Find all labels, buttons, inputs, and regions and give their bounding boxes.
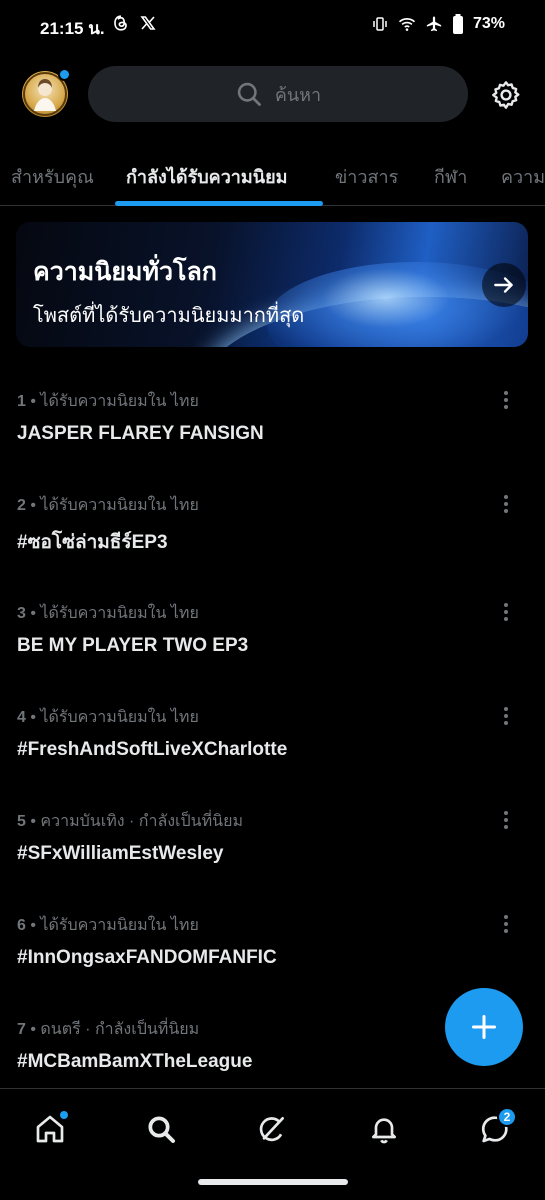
- tab-sports[interactable]: กีฬา: [434, 162, 467, 191]
- search-icon: [148, 1116, 175, 1143]
- search-placeholder: ค้นหา: [274, 84, 322, 105]
- plus-icon: [471, 1014, 497, 1040]
- battery-icon: [452, 14, 463, 34]
- home-notification-dot: [58, 1109, 70, 1121]
- gear-icon: [492, 81, 520, 109]
- active-tab-indicator: [115, 201, 323, 206]
- arrow-right-icon: [494, 277, 513, 293]
- trend-item[interactable]: 2 • ได้รับความนิยมใน ไทย #ซอโซ่ล่ามธีร์E…: [0, 493, 545, 597]
- trend-title: BE MY PLAYER TWO EP3: [17, 635, 249, 656]
- wifi-icon: [398, 18, 416, 31]
- trend-item[interactable]: 5 • ความบันเทิง · กำลังเป็นที่นิยม #SFxW…: [0, 809, 545, 913]
- trend-context: ได้รับความนิยมใน ไทย: [40, 605, 199, 622]
- explore-tabs: สำหรับคุณ กำลังได้รับความนิยม ข่าวสาร กี…: [0, 150, 545, 206]
- tab-trending[interactable]: กำลังได้รับความนิยม: [126, 162, 288, 191]
- search-input[interactable]: ค้นหา: [88, 66, 468, 122]
- trend-item[interactable]: 4 • ได้รับความนิยมใน ไทย #FreshAndSoftLi…: [0, 705, 545, 809]
- banner-title: ความนิยมทั่วโลก: [33, 258, 217, 286]
- airplane-mode-icon: [426, 16, 442, 32]
- trend-context: ได้รับความนิยมใน ไทย: [40, 497, 199, 514]
- more-options-icon[interactable]: [498, 389, 514, 411]
- vibrate-icon: [373, 17, 387, 31]
- compose-post-button[interactable]: [445, 988, 523, 1066]
- x-logo-icon: [140, 16, 156, 30]
- trend-title: #ซอโซ่ล่ามธีร์EP3: [17, 532, 168, 553]
- trend-context: ได้รับความนิยมใน ไทย: [40, 393, 199, 410]
- nav-grok[interactable]: [254, 1111, 290, 1147]
- trend-title: #SFxWilliamEstWesley: [17, 843, 224, 864]
- trend-context: ดนตรี · กำลังเป็นที่นิยม: [40, 1021, 200, 1038]
- trend-title: #FreshAndSoftLiveXCharlotte: [17, 739, 288, 760]
- search-icon: [237, 82, 261, 106]
- banner-subtitle: โพสต์ที่ได้รับความนิยมมากที่สุด: [33, 305, 305, 327]
- trend-item[interactable]: 3 • ได้รับความนิยมใน ไทย BE MY PLAYER TW…: [0, 601, 545, 705]
- top-header: ค้นหา: [0, 66, 545, 124]
- trend-rank: 3: [17, 605, 26, 622]
- trend-context: ได้รับความนิยมใน ไทย: [40, 709, 199, 726]
- tab-entertainment[interactable]: ความ: [501, 162, 545, 191]
- global-trending-banner[interactable]: ความนิยมทั่วโลก โพสต์ที่ได้รับความนิยมมา…: [16, 222, 528, 347]
- messages-badge: 2: [497, 1107, 517, 1127]
- trend-rank: 2: [17, 497, 26, 514]
- tab-news[interactable]: ข่าวสาร: [335, 162, 398, 191]
- nav-notifications[interactable]: [366, 1111, 402, 1147]
- trend-rank: 1: [17, 393, 26, 410]
- more-options-icon[interactable]: [498, 601, 514, 623]
- notifications-icon: [372, 1118, 396, 1144]
- trend-rank: 6: [17, 917, 26, 934]
- more-options-icon[interactable]: [498, 809, 514, 831]
- trend-context: ความบันเทิง · กำลังเป็นที่นิยม: [40, 813, 244, 830]
- status-bar: 21:15 น. 73%: [0, 0, 545, 52]
- more-options-icon[interactable]: [498, 913, 514, 935]
- threads-icon: [114, 15, 127, 31]
- trend-context: ได้รับความนิยมใน ไทย: [40, 917, 199, 934]
- more-options-icon[interactable]: [498, 705, 514, 727]
- nav-search[interactable]: [143, 1111, 179, 1147]
- trend-title: #MCBamBamXTheLeague: [17, 1051, 253, 1072]
- trend-title: #InnOngsaxFANDOMFANFIC: [17, 947, 277, 968]
- trend-rank: 7: [17, 1021, 26, 1038]
- trend-title: JASPER FLAREY FANSIGN: [17, 423, 264, 444]
- status-time: 21:15 น.: [40, 19, 105, 38]
- trend-item[interactable]: 1 • ได้รับความนิยมใน ไทย JASPER FLAREY F…: [0, 389, 545, 493]
- grok-icon: [259, 1117, 284, 1142]
- battery-percentage: 73%: [472, 15, 505, 32]
- notification-dot: [58, 68, 71, 81]
- trend-rank: 5: [17, 813, 26, 830]
- settings-button[interactable]: [490, 79, 522, 111]
- banner-arrow-button[interactable]: [482, 263, 526, 307]
- tab-for-you[interactable]: สำหรับคุณ: [11, 162, 94, 191]
- home-gesture-bar[interactable]: [198, 1179, 348, 1185]
- more-options-icon[interactable]: [498, 493, 514, 515]
- trend-rank: 4: [17, 709, 26, 726]
